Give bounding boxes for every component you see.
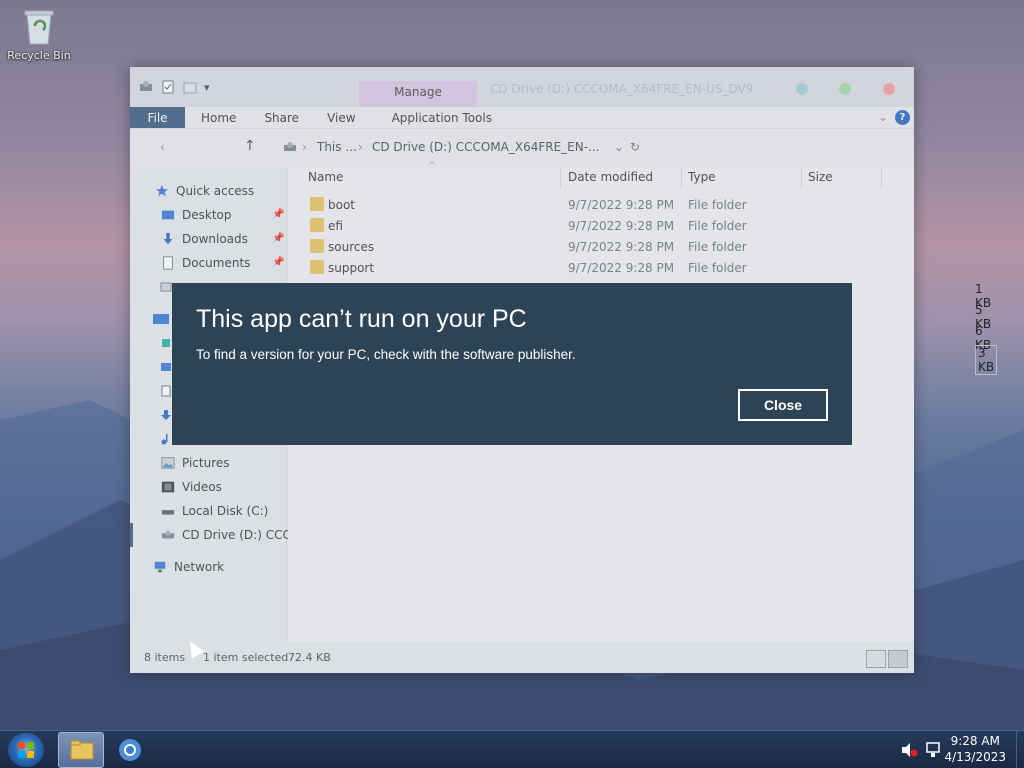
taskbar-file-explorer[interactable] — [58, 732, 104, 768]
clock-date: 4/13/2023 — [944, 750, 1006, 764]
chrome-icon — [119, 739, 141, 761]
start-button[interactable] — [8, 733, 44, 767]
taskbar: 9:28 AM 4/13/2023 — [0, 730, 1024, 768]
dialog-message: To find a version for your PC, check wit… — [196, 347, 576, 362]
windows-logo-icon — [18, 742, 34, 758]
system-clock[interactable]: 9:28 AM 4/13/2023 — [944, 733, 1006, 765]
volume-muted-icon[interactable] — [900, 742, 918, 758]
dialog-title: This app can’t run on your PC — [196, 305, 527, 333]
close-button[interactable]: Close — [738, 389, 828, 421]
clock-time: 9:28 AM — [950, 734, 1000, 748]
taskbar-chrome[interactable] — [107, 732, 153, 768]
app-cant-run-dialog: This app can’t run on your PC To find a … — [172, 283, 852, 445]
show-desktop-button[interactable] — [1016, 731, 1024, 768]
folder-icon — [70, 740, 94, 760]
network-tray-icon[interactable] — [925, 741, 943, 759]
